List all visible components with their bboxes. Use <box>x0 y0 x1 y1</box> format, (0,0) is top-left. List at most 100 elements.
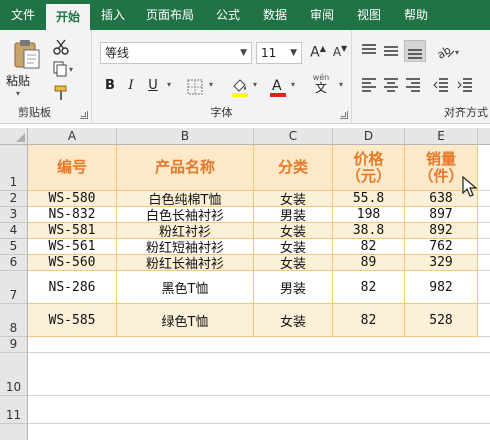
cell-id[interactable]: WS-585 <box>28 304 117 337</box>
cell-name[interactable]: 白色长袖衬衫 <box>117 207 254 223</box>
cell-name[interactable]: 粉红长袖衬衫 <box>117 255 254 271</box>
header-cell-id[interactable]: 编号 <box>28 145 117 191</box>
cell-category[interactable]: 女装 <box>254 304 333 337</box>
italic-button[interactable]: I <box>124 78 138 93</box>
row-header-9[interactable]: 9 <box>0 337 28 353</box>
empty-cell[interactable] <box>478 207 490 223</box>
cell-id[interactable]: WS-560 <box>28 255 117 271</box>
cell-price[interactable]: 89 <box>333 255 405 271</box>
cell-price[interactable]: 198 <box>333 207 405 223</box>
cell-category[interactable]: 女装 <box>254 191 333 207</box>
font-size-select[interactable]: 11 ▼ <box>256 42 302 64</box>
decrease-font-size-button[interactable]: A▼ <box>330 44 350 59</box>
phonetic-button[interactable]: wén 文 <box>306 72 336 94</box>
header-cell-category[interactable]: 分类 <box>254 145 333 191</box>
row-header-2[interactable]: 2 <box>0 191 28 207</box>
increase-font-size-button[interactable]: A▲ <box>308 44 328 61</box>
empty-cell[interactable] <box>478 223 490 239</box>
underline-dropdown-icon[interactable]: ▾ <box>164 80 174 89</box>
column-header-b[interactable]: B <box>117 128 254 145</box>
header-cell-product-name[interactable]: 产品名称 <box>117 145 254 191</box>
tab-insert[interactable]: 插入 <box>90 0 136 30</box>
align-center-icon[interactable] <box>382 76 400 94</box>
row-header-7[interactable]: 7 <box>0 271 28 304</box>
cell-price[interactable]: 55.8 <box>333 191 405 207</box>
decrease-indent-icon[interactable] <box>432 76 450 94</box>
borders-icon[interactable] <box>186 78 204 96</box>
cell-name[interactable]: 黑色T恤 <box>117 271 254 304</box>
bold-button[interactable]: B <box>102 78 118 93</box>
empty-row-12[interactable] <box>28 424 490 440</box>
fill-color-dropdown-icon[interactable]: ▾ <box>250 80 260 89</box>
row-header-1[interactable]: 1 <box>0 145 28 191</box>
cell-category[interactable]: 男装 <box>254 271 333 304</box>
align-bottom-icon[interactable] <box>404 40 426 62</box>
header-cell-price[interactable]: 价格 （元） <box>333 145 405 191</box>
tab-page-layout[interactable]: 页面布局 <box>136 0 204 30</box>
cell-sales[interactable]: 762 <box>405 239 478 255</box>
cell-price[interactable]: 82 <box>333 271 405 304</box>
tab-help[interactable]: 帮助 <box>392 0 440 30</box>
paste-button[interactable]: 粘贴 ▾ <box>6 72 30 98</box>
empty-row-11[interactable] <box>28 396 490 424</box>
font-color-icon[interactable]: A <box>268 76 286 97</box>
copy-icon[interactable]: ▾ <box>52 60 73 78</box>
row-header-10[interactable]: 10 <box>0 353 28 396</box>
empty-cell[interactable] <box>478 191 490 207</box>
tab-file[interactable]: 文件 <box>0 0 46 30</box>
column-header-c[interactable]: C <box>254 128 333 145</box>
cell-name[interactable]: 粉红衬衫 <box>117 223 254 239</box>
empty-row-10[interactable] <box>28 353 490 396</box>
column-header-e[interactable]: E <box>405 128 478 145</box>
borders-dropdown-icon[interactable]: ▾ <box>206 80 216 89</box>
format-painter-icon[interactable] <box>52 84 70 102</box>
text-orientation-icon[interactable]: ab ▾ <box>435 42 462 61</box>
row-header-8[interactable]: 8 <box>0 304 28 337</box>
cell-category[interactable]: 女装 <box>254 239 333 255</box>
clipboard-launcher-icon[interactable] <box>80 111 88 119</box>
tab-data[interactable]: 数据 <box>252 0 298 30</box>
empty-cell[interactable] <box>478 255 490 271</box>
cell-sales[interactable]: 329 <box>405 255 478 271</box>
cell-sales[interactable]: 892 <box>405 223 478 239</box>
empty-cell[interactable] <box>478 239 490 255</box>
select-all-corner[interactable] <box>0 128 28 145</box>
empty-cell[interactable] <box>478 271 490 304</box>
worksheet-grid[interactable]: A B C D E 1 2 3 4 5 6 7 8 9 10 11 编号 产品名… <box>0 128 490 440</box>
tab-review[interactable]: 审阅 <box>298 0 346 30</box>
row-header-12[interactable] <box>0 424 28 440</box>
font-launcher-icon[interactable] <box>340 111 348 119</box>
row-header-4[interactable]: 4 <box>0 223 28 239</box>
cell-price[interactable]: 38.8 <box>333 223 405 239</box>
tab-view[interactable]: 视图 <box>346 0 392 30</box>
cut-icon[interactable] <box>52 38 70 56</box>
font-color-dropdown-icon[interactable]: ▾ <box>288 80 298 89</box>
cell-sales[interactable]: 528 <box>405 304 478 337</box>
cell-name[interactable]: 粉红短袖衬衫 <box>117 239 254 255</box>
column-header-a[interactable]: A <box>28 128 117 145</box>
tab-home[interactable]: 开始 <box>46 4 90 30</box>
cell-id[interactable]: NS-832 <box>28 207 117 223</box>
cell-price[interactable]: 82 <box>333 304 405 337</box>
empty-row-9[interactable] <box>28 337 490 353</box>
increase-indent-icon[interactable] <box>456 76 474 94</box>
cell-name[interactable]: 白色纯棉T恤 <box>117 191 254 207</box>
cell-id[interactable]: WS-580 <box>28 191 117 207</box>
align-top-icon[interactable] <box>360 42 378 60</box>
cell-id[interactable]: WS-581 <box>28 223 117 239</box>
cell-category[interactable]: 男装 <box>254 207 333 223</box>
cell-name[interactable]: 绿色T恤 <box>117 304 254 337</box>
row-header-6[interactable]: 6 <box>0 255 28 271</box>
row-header-5[interactable]: 5 <box>0 239 28 255</box>
cell-sales[interactable]: 982 <box>405 271 478 304</box>
align-right-icon[interactable] <box>404 76 422 94</box>
row-header-3[interactable]: 3 <box>0 207 28 223</box>
cell-price[interactable]: 82 <box>333 239 405 255</box>
paste-dropdown-icon[interactable]: ▾ <box>6 89 30 98</box>
tab-formulas[interactable]: 公式 <box>204 0 252 30</box>
column-header-f[interactable] <box>478 128 490 145</box>
fill-color-icon[interactable] <box>230 76 248 97</box>
cell-sales[interactable]: 897 <box>405 207 478 223</box>
phonetic-dropdown-icon[interactable]: ▾ <box>336 80 346 89</box>
empty-cell[interactable] <box>478 304 490 337</box>
